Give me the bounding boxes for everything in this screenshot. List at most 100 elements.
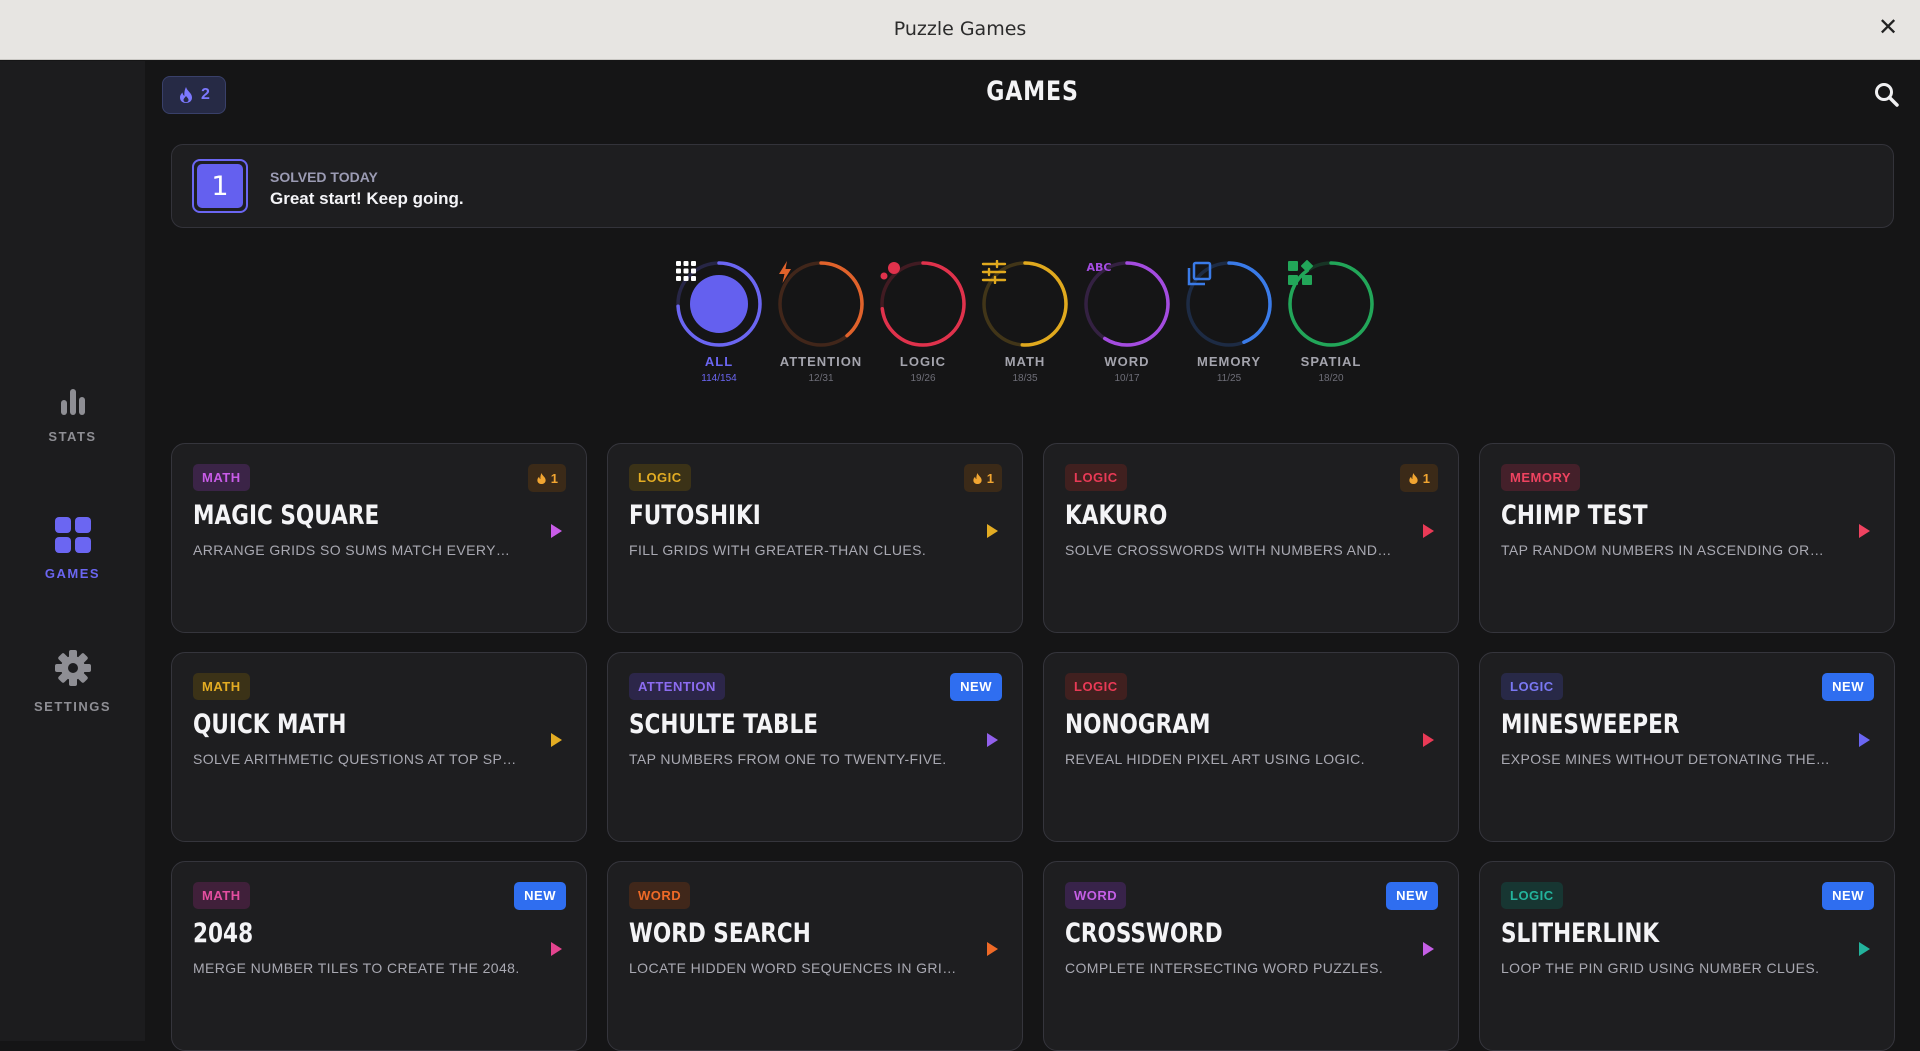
grid-icon [54, 517, 91, 553]
game-category-tag: LOGIC [1065, 673, 1127, 700]
streak-badge-count: 1 [986, 470, 994, 486]
game-category-tag: WORD [629, 882, 691, 909]
category-word[interactable]: ABC WORD 10/17 [1076, 260, 1178, 384]
lightning-icon [779, 261, 791, 283]
game-card-magic-square[interactable]: MATH 1 MAGIC SQUARE ARRANGE GRIDS SO SUM… [171, 443, 587, 633]
game-title: 2048 [193, 918, 254, 949]
sidebar-item-label: SETTINGS [33, 699, 111, 714]
streak-button[interactable]: 2 [162, 76, 226, 114]
game-category-tag: MATH [193, 673, 250, 700]
game-description: TAP NUMBERS FROM ONE TO TWENTY-FIVE. [629, 751, 947, 767]
sidebar-item-stats[interactable]: STATS [0, 387, 145, 444]
game-category-tag: LOGIC [1065, 464, 1127, 491]
play-icon[interactable] [1859, 524, 1870, 538]
game-category-tag: MATH [193, 882, 250, 909]
window-title: Puzzle Games [893, 18, 1027, 40]
search-button[interactable] [1872, 80, 1902, 110]
game-card-slitherlink[interactable]: LOGIC NEW SLITHERLINK LOOP THE PIN GRID … [1479, 861, 1895, 1051]
category-progress-ring [1287, 260, 1375, 348]
game-description: TAP RANDOM NUMBERS IN ASCENDING ORDER. [1501, 542, 1831, 558]
game-title: FUTOSHIKI [629, 500, 761, 531]
streak-badge: 1 [527, 464, 566, 492]
game-title: WORD SEARCH [629, 918, 811, 949]
play-icon[interactable] [987, 733, 998, 747]
category-progress: 114/154 [701, 373, 737, 384]
category-progress-ring: ABC [1083, 260, 1171, 348]
game-description: LOOP THE PIN GRID USING NUMBER CLUES. [1501, 960, 1820, 976]
flame-icon [537, 472, 546, 484]
category-label: LOGIC [899, 354, 947, 369]
game-card-kakuro[interactable]: LOGIC 1 KAKURO SOLVE CROSSWORDS WITH NUM… [1043, 443, 1459, 633]
sidebar-item-games[interactable]: GAMES [0, 516, 145, 581]
game-description: REVEAL HIDDEN PIXEL ART USING LOGIC. [1065, 751, 1365, 767]
category-label: SPATIAL [1300, 354, 1362, 369]
category-label: ALL [704, 354, 734, 369]
new-badge: NEW [1822, 673, 1874, 701]
play-icon[interactable] [551, 733, 562, 747]
game-title: CROSSWORD [1065, 918, 1223, 949]
game-title: KAKURO [1065, 500, 1168, 531]
category-progress-ring [777, 260, 865, 348]
game-description: SOLVE CROSSWORDS WITH NUMBERS AND SUMS. [1065, 542, 1395, 558]
play-icon[interactable] [1859, 733, 1870, 747]
category-attention[interactable]: ATTENTION 12/31 [770, 260, 872, 384]
play-icon[interactable] [1859, 942, 1870, 956]
streak-badge: 1 [1399, 464, 1438, 492]
game-description: FILL GRIDS WITH GREATER-THAN CLUES. [629, 542, 927, 558]
grid-icon [676, 261, 696, 281]
game-description: SOLVE ARITHMETIC QUESTIONS AT TOP SPEED. [193, 751, 523, 767]
streak-badge-count: 1 [550, 470, 558, 486]
game-title: QUICK MATH [193, 709, 347, 740]
game-category-tag: LOGIC [629, 464, 691, 491]
game-card-nonogram[interactable]: LOGIC NONOGRAM REVEAL HIDDEN PIXEL ART U… [1043, 652, 1459, 842]
category-logic[interactable]: LOGIC 19/26 [872, 260, 974, 384]
game-category-tag: LOGIC [1501, 673, 1563, 700]
play-icon[interactable] [1423, 524, 1434, 538]
category-progress-ring [879, 260, 967, 348]
close-icon: ✕ [1877, 14, 1899, 41]
sidebar: STATS GAMES SETTINGS [0, 61, 145, 1041]
category-progress-ring [1185, 260, 1273, 348]
play-icon[interactable] [551, 524, 562, 538]
game-card-futoshiki[interactable]: LOGIC 1 FUTOSHIKI FILL GRIDS WITH GREATE… [607, 443, 1023, 633]
category-memory[interactable]: MEMORY 11/25 [1178, 260, 1280, 384]
category-spatial[interactable]: SPATIAL 18/20 [1280, 260, 1382, 384]
streak-count: 2 [201, 86, 210, 103]
category-math[interactable]: MATH 18/35 [974, 260, 1076, 384]
play-icon[interactable] [1423, 942, 1434, 956]
game-card-2048[interactable]: MATH NEW 2048 MERGE NUMBER TILES TO CREA… [171, 861, 587, 1051]
play-icon[interactable] [987, 942, 998, 956]
streak-badge-count: 1 [1422, 470, 1430, 486]
game-card-schulte-table[interactable]: ATTENTION NEW SCHULTE TABLE TAP NUMBERS … [607, 652, 1023, 842]
game-card-chimp-test[interactable]: MEMORY CHIMP TEST TAP RANDOM NUMBERS IN … [1479, 443, 1895, 633]
game-card-quick-math[interactable]: MATH QUICK MATH SOLVE ARITHMETIC QUESTIO… [171, 652, 587, 842]
category-label: ATTENTION [779, 354, 863, 369]
sidebar-item-settings[interactable]: SETTINGS [0, 649, 145, 714]
close-button[interactable]: ✕ [1874, 14, 1902, 42]
play-icon[interactable] [987, 524, 998, 538]
game-description: EXPOSE MINES WITHOUT DETONATING THEM. [1501, 751, 1831, 767]
game-card-crossword[interactable]: WORD NEW CROSSWORD COMPLETE INTERSECTING… [1043, 861, 1459, 1051]
sidebar-item-label: STATS [48, 429, 97, 444]
play-icon[interactable] [551, 942, 562, 956]
category-progress: 10/17 [1114, 373, 1140, 384]
streak-badge: 1 [963, 464, 1002, 492]
window-titlebar: Puzzle Games ✕ [0, 0, 1920, 60]
solved-count: 1 [197, 164, 243, 208]
new-badge: NEW [1822, 882, 1874, 910]
game-card-minesweeper[interactable]: LOGIC NEW MINESWEEPER EXPOSE MINES WITHO… [1479, 652, 1895, 842]
dots-icon [880, 262, 900, 280]
sliders-icon [981, 260, 1007, 284]
solved-label: SOLVED TODAY [270, 169, 378, 185]
category-progress: 18/20 [1318, 373, 1344, 384]
play-icon[interactable] [1423, 733, 1434, 747]
game-description: LOCATE HIDDEN WORD SEQUENCES IN GRIDS. [629, 960, 959, 976]
svg-text:ABC: ABC [1087, 261, 1112, 274]
flame-icon [1409, 472, 1418, 484]
game-title: MINESWEEPER [1501, 709, 1680, 740]
category-progress: 18/35 [1012, 373, 1038, 384]
flame-icon [180, 87, 193, 103]
game-card-word-search[interactable]: WORD WORD SEARCH LOCATE HIDDEN WORD SEQU… [607, 861, 1023, 1051]
game-title: NONOGRAM [1065, 709, 1211, 740]
category-all[interactable]: ALL 114/154 [668, 260, 770, 384]
